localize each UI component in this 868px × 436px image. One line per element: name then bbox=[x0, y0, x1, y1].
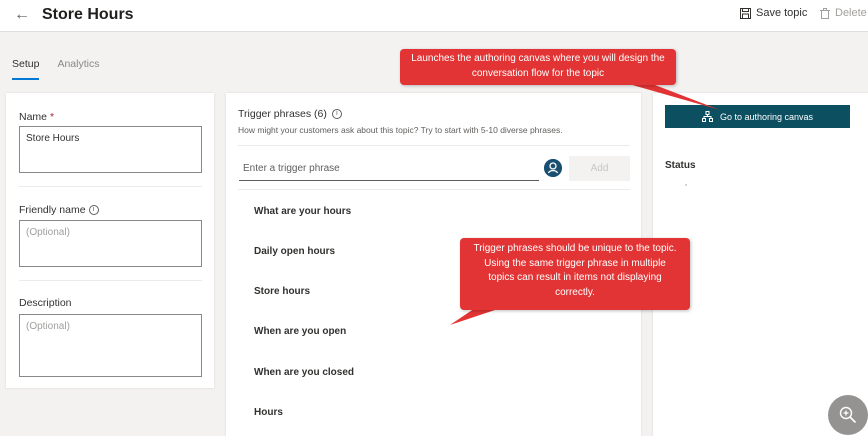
trigger-phrase-item[interactable]: When are you open bbox=[254, 326, 346, 337]
trigger-phrase-item[interactable]: Hours bbox=[254, 407, 283, 418]
save-topic-button[interactable]: Save topic bbox=[740, 7, 807, 19]
save-topic-label: Save topic bbox=[756, 7, 808, 19]
divider bbox=[238, 189, 630, 190]
description-field[interactable]: (Optional) bbox=[19, 314, 202, 377]
info-icon[interactable]: i bbox=[88, 205, 99, 215]
user-avatar-icon bbox=[544, 159, 562, 177]
topic-tabs: Setup Analytics bbox=[12, 58, 99, 80]
tab-setup[interactable]: Setup bbox=[12, 58, 40, 80]
friendly-name-field[interactable]: (Optional) bbox=[19, 220, 202, 267]
friendly-name-label: Friendly name i bbox=[19, 204, 99, 216]
save-icon bbox=[740, 7, 751, 19]
friendly-name-label-text: Friendly name bbox=[19, 204, 86, 216]
divider bbox=[19, 186, 202, 187]
back-arrow-icon[interactable]: ← bbox=[14, 6, 30, 24]
trigger-phrases-callout: Trigger phrases should be unique to the … bbox=[460, 238, 690, 310]
trigger-phrase-item[interactable]: Daily open hours bbox=[254, 246, 335, 257]
trigger-phrase-item[interactable]: Store hours bbox=[254, 286, 310, 297]
flow-icon bbox=[701, 111, 713, 122]
divider bbox=[238, 145, 630, 146]
trigger-phrase-input[interactable] bbox=[239, 157, 539, 181]
trigger-phrases-heading: Trigger phrases (6) bbox=[238, 108, 327, 120]
go-to-authoring-canvas-button[interactable]: Go to authoring canvas bbox=[665, 105, 850, 128]
page-title: Store Hours bbox=[42, 6, 134, 23]
trigger-phrases-hint: How might your customers ask about this … bbox=[238, 125, 563, 135]
add-phrase-button[interactable]: Add bbox=[569, 156, 630, 181]
name-label-text: Name bbox=[19, 111, 48, 123]
trigger-phrase-item[interactable]: When are you closed bbox=[254, 367, 354, 378]
status-label: Status bbox=[665, 160, 696, 171]
delete-label: Delete bbox=[835, 7, 867, 19]
name-label: Name * bbox=[19, 111, 54, 123]
top-bar: ← Store Hours Save topic Delete bbox=[0, 0, 868, 32]
divider bbox=[19, 280, 202, 281]
tab-analytics[interactable]: Analytics bbox=[57, 58, 99, 80]
zoom-in-icon bbox=[839, 406, 857, 424]
status-indicator bbox=[685, 184, 687, 186]
delete-icon bbox=[820, 7, 830, 19]
required-mark: * bbox=[49, 111, 55, 123]
trigger-phrase-item[interactable]: What are your hours bbox=[254, 206, 351, 217]
authoring-canvas-callout: Launches the authoring canvas where you … bbox=[400, 49, 676, 85]
description-label: Description bbox=[19, 297, 72, 309]
trigger-phrases-title: Trigger phrases (6) i bbox=[238, 108, 342, 120]
topic-details-card: Name * Store Hours Friendly name i (Opti… bbox=[6, 93, 214, 388]
name-field[interactable]: Store Hours bbox=[19, 126, 202, 173]
info-icon[interactable]: i bbox=[331, 109, 342, 119]
zoom-button[interactable] bbox=[828, 395, 868, 435]
delete-button[interactable]: Delete bbox=[820, 7, 867, 19]
go-to-authoring-canvas-label: Go to authoring canvas bbox=[719, 111, 814, 122]
